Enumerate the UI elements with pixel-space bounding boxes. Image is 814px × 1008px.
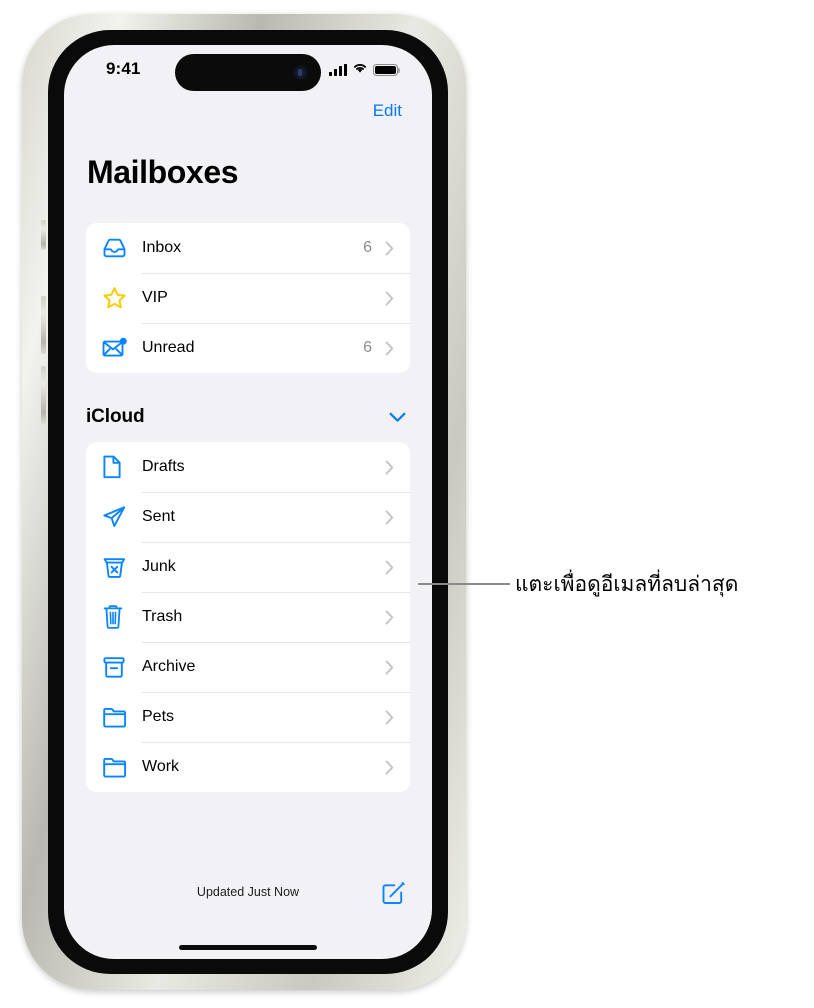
callout-leader-line	[418, 583, 510, 585]
callout-text: แตะเพื่อดูอีเมลที่ลบล่าสุด	[515, 572, 739, 596]
phone-frame: 9:41 Edit Mailboxes Inbox 6 VIP Unread 6…	[22, 14, 466, 990]
chevron-right-icon	[381, 660, 397, 675]
list-item-trash[interactable]: Trash	[86, 592, 410, 642]
archive-box-icon	[102, 656, 142, 679]
list-item-drafts[interactable]: Drafts	[86, 442, 410, 492]
star-icon	[102, 286, 142, 310]
chevron-right-icon	[381, 710, 397, 725]
list-item-sent[interactable]: Sent	[86, 492, 410, 542]
folder-icon	[102, 757, 142, 778]
list-item-label: Unread	[142, 339, 195, 356]
unread-envelope-icon	[102, 337, 142, 359]
list-item-pets[interactable]: Pets	[86, 692, 410, 742]
wifi-icon	[352, 61, 368, 79]
junk-bin-icon	[102, 556, 142, 579]
inbox-tray-icon	[102, 237, 142, 260]
status-indicators	[329, 61, 401, 79]
page-title: Mailboxes	[87, 154, 239, 190]
list-item-label: Archive	[142, 658, 196, 675]
list-item-unread[interactable]: Unread 6	[86, 323, 410, 373]
list-item-vip[interactable]: VIP	[86, 273, 410, 323]
list-item-label: Trash	[142, 608, 183, 625]
unread-count: 6	[363, 239, 372, 256]
list-item-junk[interactable]: Junk	[86, 542, 410, 592]
chevron-right-icon	[381, 291, 397, 306]
compose-icon	[381, 882, 406, 910]
icloud-mailbox-list: Drafts Sent Junk Trash Archive Pets Work	[86, 442, 410, 792]
list-item-label: Sent	[142, 508, 175, 525]
trash-icon	[102, 604, 142, 630]
chevron-right-icon	[381, 610, 397, 625]
phone-bezel: 9:41 Edit Mailboxes Inbox 6 VIP Unread 6…	[48, 30, 448, 974]
list-item-archive[interactable]: Archive	[86, 642, 410, 692]
list-item-work[interactable]: Work	[86, 742, 410, 792]
front-camera-icon	[293, 65, 308, 80]
edit-button[interactable]: Edit	[373, 101, 402, 121]
volume-down-button[interactable]	[41, 366, 46, 424]
ring-silent-switch[interactable]	[41, 220, 46, 250]
list-item-label: Work	[142, 758, 180, 775]
chevron-right-icon	[381, 241, 397, 256]
volume-up-button[interactable]	[41, 296, 46, 354]
sync-status-text: Updated Just Now	[196, 885, 300, 899]
list-item-label: VIP	[142, 289, 168, 306]
compose-button[interactable]	[381, 881, 406, 911]
dynamic-island	[175, 54, 321, 91]
list-item-inbox[interactable]: Inbox 6	[86, 223, 410, 273]
chevron-right-icon	[381, 560, 397, 575]
list-item-label: Pets	[142, 708, 175, 725]
home-indicator[interactable]	[179, 945, 317, 950]
list-item-label: Inbox	[142, 239, 182, 256]
list-item-label: Junk	[142, 558, 176, 575]
chevron-right-icon	[381, 510, 397, 525]
status-bar: 9:41	[64, 45, 432, 99]
section-header-icloud[interactable]: iCloud	[86, 406, 410, 428]
chevron-right-icon	[381, 460, 397, 475]
cellular-bars-icon	[329, 64, 347, 76]
folder-icon	[102, 707, 142, 728]
status-time: 9:41	[106, 59, 141, 78]
bottom-toolbar: Updated Just Now	[64, 879, 432, 913]
chevron-right-icon	[381, 341, 397, 356]
phone-screen: 9:41 Edit Mailboxes Inbox 6 VIP Unread 6…	[64, 45, 432, 959]
unread-count: 6	[363, 339, 372, 356]
list-item-label: Drafts	[142, 458, 185, 475]
chevron-right-icon	[381, 760, 397, 775]
chevron-down-icon[interactable]	[389, 412, 406, 423]
section-title: iCloud	[86, 406, 145, 427]
document-icon	[102, 455, 142, 479]
primary-mailbox-list: Inbox 6 VIP Unread 6	[86, 223, 410, 373]
battery-full-icon	[373, 63, 401, 77]
paper-plane-icon	[102, 505, 142, 529]
